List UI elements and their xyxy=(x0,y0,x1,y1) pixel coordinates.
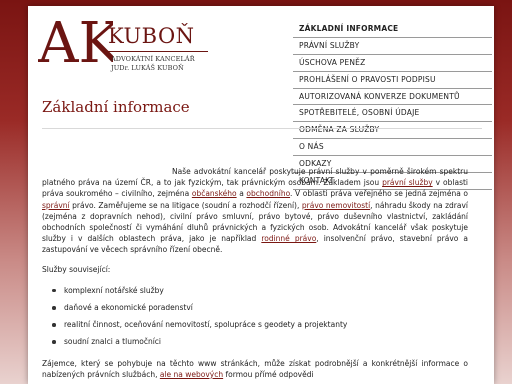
logo-name: KUBOŇ xyxy=(108,24,195,48)
nav-item-zakladni-informace[interactable]: ZÁKLADNÍ INFORMACE xyxy=(293,21,492,38)
list-item: soudní znalci a tlumočníci xyxy=(42,336,468,347)
header: AK KUBOŇ ADVOKÁTNÍ KANCELÁŘ JUDr. LUKÁŠ … xyxy=(28,6,494,190)
intro-text: a xyxy=(236,189,247,199)
logo-subtitle-name: JUDr. LUKÁŠ KUBOŇ xyxy=(111,64,184,72)
logo-divider xyxy=(108,51,208,52)
page-title: Základní informace xyxy=(42,98,190,116)
logo-subtitle-firm: ADVOKÁTNÍ KANCELÁŘ xyxy=(111,55,195,63)
intro-paragraph: Naše advokátní kancelář poskytuje právní… xyxy=(42,166,468,256)
closing-text: formou přímé odpovědi xyxy=(223,369,314,379)
nav-item-prohlaseni-podpisu[interactable]: PROHLÁŠENÍ O PRAVOSTI PODPISU xyxy=(293,72,492,89)
link-pravo-nemovitosti[interactable]: právo nemovitostí xyxy=(302,201,370,210)
nav-item-pravni-sluzby[interactable]: PRÁVNÍ SLUŽBY xyxy=(293,38,492,55)
main-content: Naše advokátní kancelář poskytuje právní… xyxy=(42,166,468,384)
intro-text: . V oblasti práva veřejného se jedná zej… xyxy=(290,189,468,199)
list-item: daňové a ekonomické poradenství xyxy=(42,302,468,313)
nav-item-odmena[interactable]: ODMĚNA ZA SLUŽBY xyxy=(293,122,492,140)
services-intro: Služby související: xyxy=(42,264,111,274)
link-pravni-sluzby[interactable]: právní služby xyxy=(382,178,433,187)
page-container: AK KUBOŇ ADVOKÁTNÍ KANCELÁŘ JUDr. LUKÁŠ … xyxy=(28,6,494,384)
nav-item-spotrebitele[interactable]: SPOTŘEBITELÉ, OSOBNÍ ÚDAJE xyxy=(293,105,492,123)
main-nav: ZÁKLADNÍ INFORMACE PRÁVNÍ SLUŽBY ÚSCHOVA… xyxy=(293,21,492,190)
closing-paragraph: Zájemce, který se pohybuje na těchto www… xyxy=(42,358,468,380)
services-list: komplexní notářské služby daňové a ekono… xyxy=(42,285,468,348)
nav-item-konverze-dokumentu[interactable]: AUTORIZOVANÁ KONVERZE DOKUMENTŮ xyxy=(293,89,492,106)
link-obcanske[interactable]: občanského xyxy=(192,189,237,198)
link-spravni[interactable]: správní xyxy=(42,201,70,210)
title-divider xyxy=(42,128,482,129)
nav-item-o-nas[interactable]: O NÁS xyxy=(293,139,492,157)
link-rodinne-pravo[interactable]: rodinné právo xyxy=(261,234,316,243)
list-item: komplexní notářské služby xyxy=(42,285,468,296)
nav-item-uschova-penez[interactable]: ÚSCHOVA PENĚZ xyxy=(293,55,492,72)
ak-logo-icon: AK xyxy=(38,12,113,76)
link-obchodni[interactable]: obchodního xyxy=(246,189,290,198)
logo-initials: AK xyxy=(38,12,113,76)
link-webove[interactable]: ale na webových xyxy=(160,370,223,379)
intro-text: právo. Zaměřujeme se na litigace (soudní… xyxy=(69,200,302,210)
list-item: realitní činnost, oceňování nemovitostí,… xyxy=(42,319,468,330)
